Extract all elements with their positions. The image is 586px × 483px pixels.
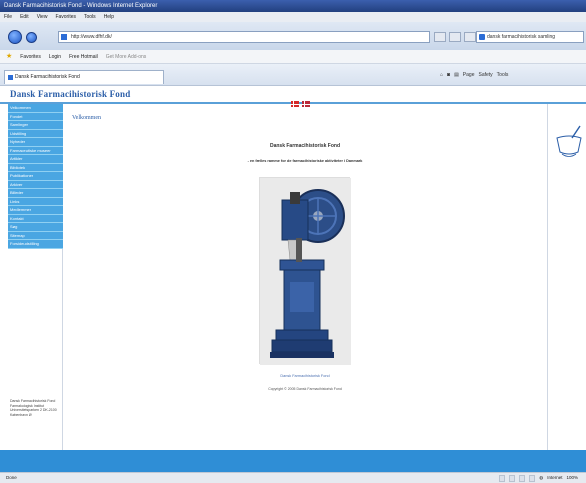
favorite-addons[interactable]: Get More Add-ons (106, 50, 147, 63)
language-flags (291, 101, 310, 107)
search-text: dansk farmacihistorisk samling (487, 34, 556, 40)
page-title: Velkommen (72, 115, 101, 121)
stop-button[interactable] (464, 32, 476, 42)
sidebar-item-forsideudstilling[interactable]: Forsideudstilling (8, 240, 63, 249)
sidebar-item-velkommen[interactable]: Velkommen (8, 104, 63, 113)
sidebar-item-fondet[interactable]: Fondet (8, 112, 63, 121)
sidebar-item-billeder[interactable]: Billeder (8, 189, 63, 198)
sidebar-item-publikationer[interactable]: Publikationer (8, 172, 63, 181)
page-icon (61, 34, 67, 40)
feeds-icon[interactable]: ◙ (447, 72, 450, 78)
forward-button[interactable] (26, 32, 37, 43)
menu-file[interactable]: File (4, 12, 12, 22)
address-bar[interactable]: http://www.dfhf.dk/ (58, 31, 430, 43)
tab-label: Dansk Farmacihistorisk Fond (15, 74, 80, 80)
address-text: http://www.dfhf.dk/ (71, 34, 112, 40)
sidebar-menu: Velkommen Fondet Samlinger Udstilling Ny… (8, 104, 63, 249)
status-segment (519, 474, 526, 482)
favorites-label[interactable]: Favorites (20, 50, 41, 63)
copyright-text: Copyright © 2005 Dansk Farmacihistorisk … (268, 387, 342, 391)
sidebar: Velkommen Fondet Samlinger Udstilling Ny… (8, 104, 63, 450)
compatibility-button[interactable] (434, 32, 446, 42)
sidebar-item-artikler[interactable]: Artikler (8, 155, 63, 164)
tablet-press-machine-image (260, 178, 351, 365)
sidebar-item-nyheder[interactable]: Nyheder (8, 138, 63, 147)
favorite-hotmail[interactable]: Free Hotmail (69, 50, 98, 63)
favorites-bar: ★ Favorites Login Free Hotmail Get More … (0, 50, 586, 64)
command-bar: ⌂ ◙ ▤ Page Safety Tools (440, 72, 508, 78)
address-actions (434, 32, 476, 42)
tab-dansk-farmacihistorisk[interactable]: Dansk Farmacihistorisk Fond (4, 70, 164, 84)
cmd-page[interactable]: Page (463, 72, 475, 78)
main-area: Velkommen Dansk Farmacihistorisk Fond - … (63, 101, 547, 450)
danish-flag-icon[interactable] (291, 101, 299, 107)
menu-edit[interactable]: Edit (20, 12, 29, 22)
home-icon[interactable]: ⌂ (440, 72, 443, 78)
tablet-press-photo (259, 177, 351, 365)
favorites-star-icon[interactable]: ★ (6, 50, 12, 63)
search-box[interactable]: dansk farmacihistorisk samling (476, 31, 584, 43)
photo-caption[interactable]: Dansk Farmacihistorisk Fond (63, 374, 547, 378)
globe-icon: ◍ (539, 475, 544, 480)
menu-favorites[interactable]: Favorites (55, 12, 76, 22)
site-title[interactable]: Dansk Farmacihistorisk Fond (10, 89, 130, 99)
favorite-login[interactable]: Login (49, 50, 61, 63)
sidebar-item-sog[interactable]: Søg (8, 223, 63, 232)
sidebar-item-arkiver[interactable]: Arkiver (8, 180, 63, 189)
status-segment (499, 474, 506, 482)
sidebar-item-museer[interactable]: Farmaceutiske museer (8, 146, 63, 155)
refresh-button[interactable] (449, 32, 461, 42)
page-footer-stripe (0, 450, 586, 472)
page-content: Dansk Farmacihistorisk Fond Velkommen Fo… (0, 86, 586, 450)
sidebar-item-medlemmer[interactable]: Medlemmer (8, 206, 63, 215)
sidebar-item-udstilling[interactable]: Udstilling (8, 129, 63, 138)
status-right: ◍ Internet 100% (499, 473, 578, 483)
tab-page-icon (8, 75, 13, 80)
sidebar-item-samlinger[interactable]: Samlinger (8, 121, 63, 130)
zone-label[interactable]: Internet (547, 473, 562, 483)
tab-bar: Dansk Farmacihistorisk Fond ⌂ ◙ ▤ Page S… (0, 64, 586, 86)
mortar-logo-icon (556, 125, 582, 157)
menu-help[interactable]: Help (104, 12, 114, 22)
sidebar-item-links[interactable]: Links (8, 197, 63, 206)
window-title: Dansk Farmacihistorisk Fond - Windows In… (4, 3, 158, 9)
search-provider-icon (479, 34, 485, 40)
status-text: Done (6, 475, 17, 480)
menu-bar: File Edit View Favorites Tools Help (0, 12, 586, 22)
status-segment (509, 474, 516, 482)
print-icon[interactable]: ▤ (454, 72, 459, 78)
status-bar: Done ◍ Internet 100% (0, 472, 586, 483)
sidebar-item-bibliotek[interactable]: Bibliotek (8, 163, 63, 172)
menu-view[interactable]: View (37, 12, 48, 22)
back-button[interactable] (8, 30, 22, 44)
zoom-level[interactable]: 100% (566, 473, 578, 483)
menu-tools[interactable]: Tools (84, 12, 96, 22)
navigation-bar: http://www.dfhf.dk/ dansk farmacihistori… (0, 22, 586, 50)
right-pane (547, 104, 586, 450)
window-title-bar: Dansk Farmacihistorisk Fond - Windows In… (0, 0, 586, 12)
main-heading: Dansk Farmacihistorisk Fond (269, 143, 341, 149)
status-segment (529, 474, 536, 482)
english-flag-icon[interactable] (302, 101, 310, 107)
sidebar-address: Dansk Farmacihistorisk Fond Farmakologis… (10, 399, 57, 417)
main-subheading: - en fælles ramme for de farmacihistoris… (247, 159, 363, 163)
cmd-safety[interactable]: Safety (478, 72, 492, 78)
cmd-tools[interactable]: Tools (497, 72, 509, 78)
sidebar-item-kontakt[interactable]: Kontakt (8, 214, 63, 223)
sidebar-item-sitemap[interactable]: Sitemap (8, 231, 63, 240)
